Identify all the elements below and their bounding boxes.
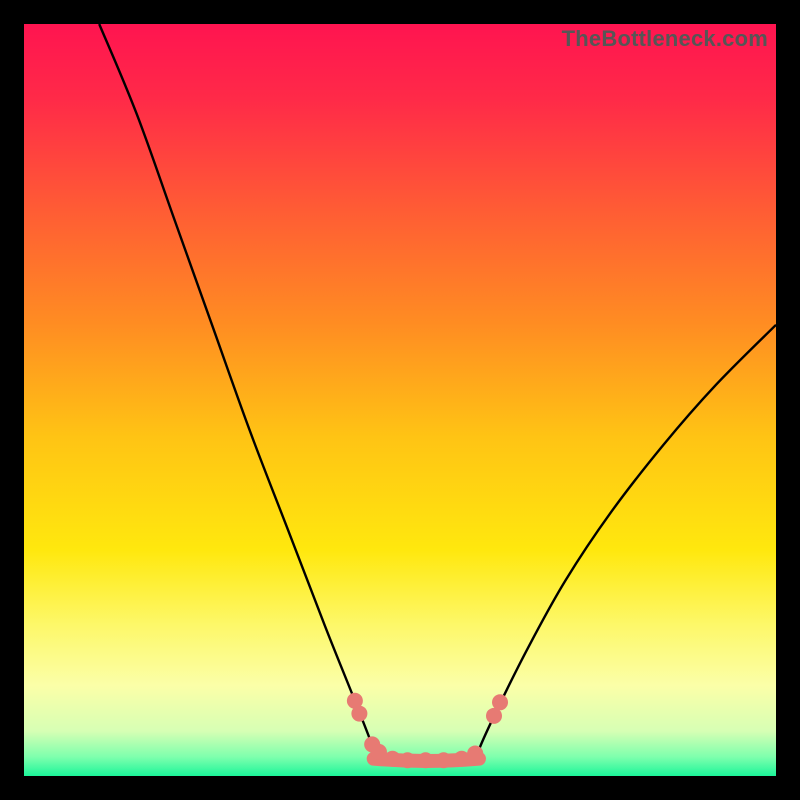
chart-svg xyxy=(24,24,776,776)
data-marker xyxy=(384,751,400,767)
chart-plot-area: TheBottleneck.com xyxy=(24,24,776,776)
data-marker xyxy=(400,752,416,768)
data-marker xyxy=(492,694,508,710)
data-marker xyxy=(371,744,387,760)
data-marker xyxy=(351,706,367,722)
data-marker xyxy=(467,745,483,761)
chart-frame: TheBottleneck.com xyxy=(0,0,800,800)
data-marker xyxy=(418,752,434,768)
bottleneck-curve xyxy=(99,24,776,760)
data-marker xyxy=(436,752,452,768)
